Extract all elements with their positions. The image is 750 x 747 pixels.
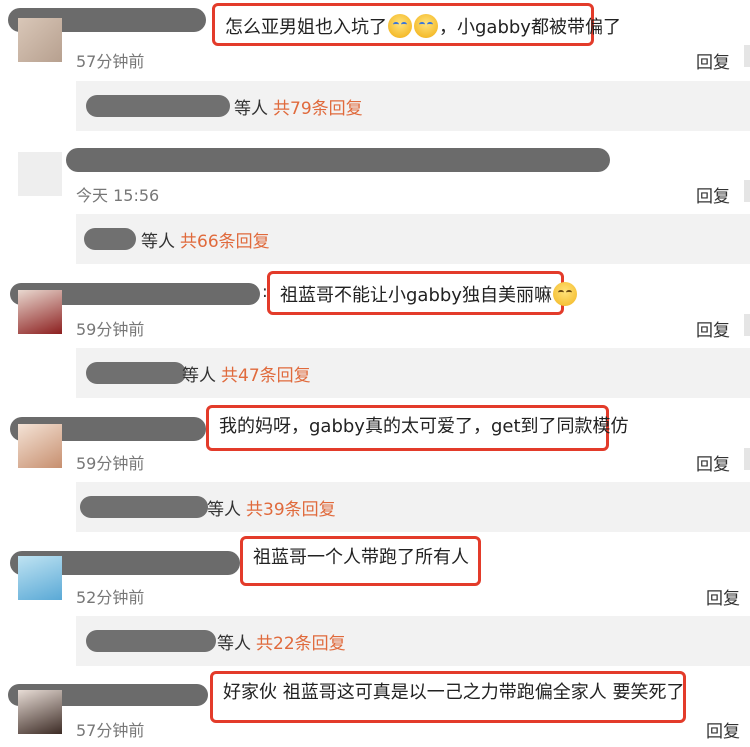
laugh-cry-emoji-icon [414,14,438,38]
comment-text: 祖蓝哥不能让小gabby独自美丽嘛 [280,285,552,306]
reply-user-redacted [86,630,216,652]
comment-time: 59分钟前 [76,320,145,339]
reply-user-redacted [80,496,208,518]
replies-who: 等人 [217,634,251,654]
replies-count-link[interactable]: 共47条回复 [221,361,311,386]
reply-button[interactable]: 回复 [696,182,730,207]
comment-text-highlight: 好家伙 祖蓝哥这可真是以一己之力带跑偏全家人 要笑死了 [210,671,686,723]
replies-summary[interactable]: 等人 共22条回复 [76,616,750,666]
replies-who: 等人 [207,500,241,520]
avatar[interactable] [18,424,62,468]
comment-time: 57分钟前 [76,721,145,740]
reply-user-redacted [86,362,186,384]
comment-text-highlight: 祖蓝哥不能让小gabby独自美丽嘛 [267,271,577,315]
reply-button[interactable]: 回复 [696,316,730,341]
replies-summary[interactable]: 等人 共39条回复 [76,482,750,532]
laugh-cry-emoji-icon [388,14,412,38]
replies-who: 等人 [182,366,216,386]
comment-text-highlight: 我的妈呀，gabby真的太可爱了，get到了同款模仿 [206,405,629,451]
replies-count-link[interactable]: 共79条回复 [273,94,363,119]
reply-button[interactable]: 回复 [696,48,730,73]
replies-count-link[interactable]: 共22条回复 [256,629,346,654]
reply-user-redacted [86,95,230,117]
comment-time: 52分钟前 [76,588,145,607]
avatar[interactable] [18,556,62,600]
comment-text: 好家伙 祖蓝哥这可真是以一己之力带跑偏全家人 要笑死了 [223,682,685,703]
smile-emoji-icon [552,282,577,306]
replies-count-link[interactable]: 共39条回复 [246,495,336,520]
avatar[interactable] [18,690,62,734]
replies-who: 等人 [234,99,268,119]
comment-time: 今天 15:56 [76,186,160,205]
avatar[interactable] [18,152,62,196]
comment-text-redacted [66,148,610,172]
replies-summary[interactable]: 等人 共79条回复 [76,81,750,131]
replies-summary[interactable]: 等人 共47条回复 [76,348,750,398]
reply-button[interactable]: 回复 [706,717,740,742]
avatar[interactable] [18,18,62,62]
scroll-edge [744,314,750,336]
scroll-edge [744,45,750,67]
reply-button[interactable]: 回复 [696,450,730,475]
comment-time: 57分钟前 [76,52,145,71]
reply-user-redacted [84,228,136,250]
reply-button[interactable]: 回复 [706,584,740,609]
comment-text-continued: ，小gabby都被带偏了 [439,17,621,38]
replies-who: 等人 [141,232,175,252]
avatar[interactable] [18,290,62,334]
replies-count-link[interactable]: 共66条回复 [180,227,270,252]
scroll-edge [744,448,750,470]
comment-text-highlight: 怎么亚男姐也入坑了 ，小gabby都被带偏了 [212,3,621,46]
scroll-edge [744,180,750,202]
comment-text: 怎么亚男姐也入坑了 [225,17,387,38]
comment-text-highlight: 祖蓝哥一个人带跑了所有人 [240,536,481,586]
comment-text: 祖蓝哥一个人带跑了所有人 [253,547,469,568]
comment-time: 59分钟前 [76,454,145,473]
replies-summary[interactable]: 等人 共66条回复 [76,214,750,264]
comment-text: 我的妈呀，gabby真的太可爱了，get到了同款模仿 [219,416,629,437]
